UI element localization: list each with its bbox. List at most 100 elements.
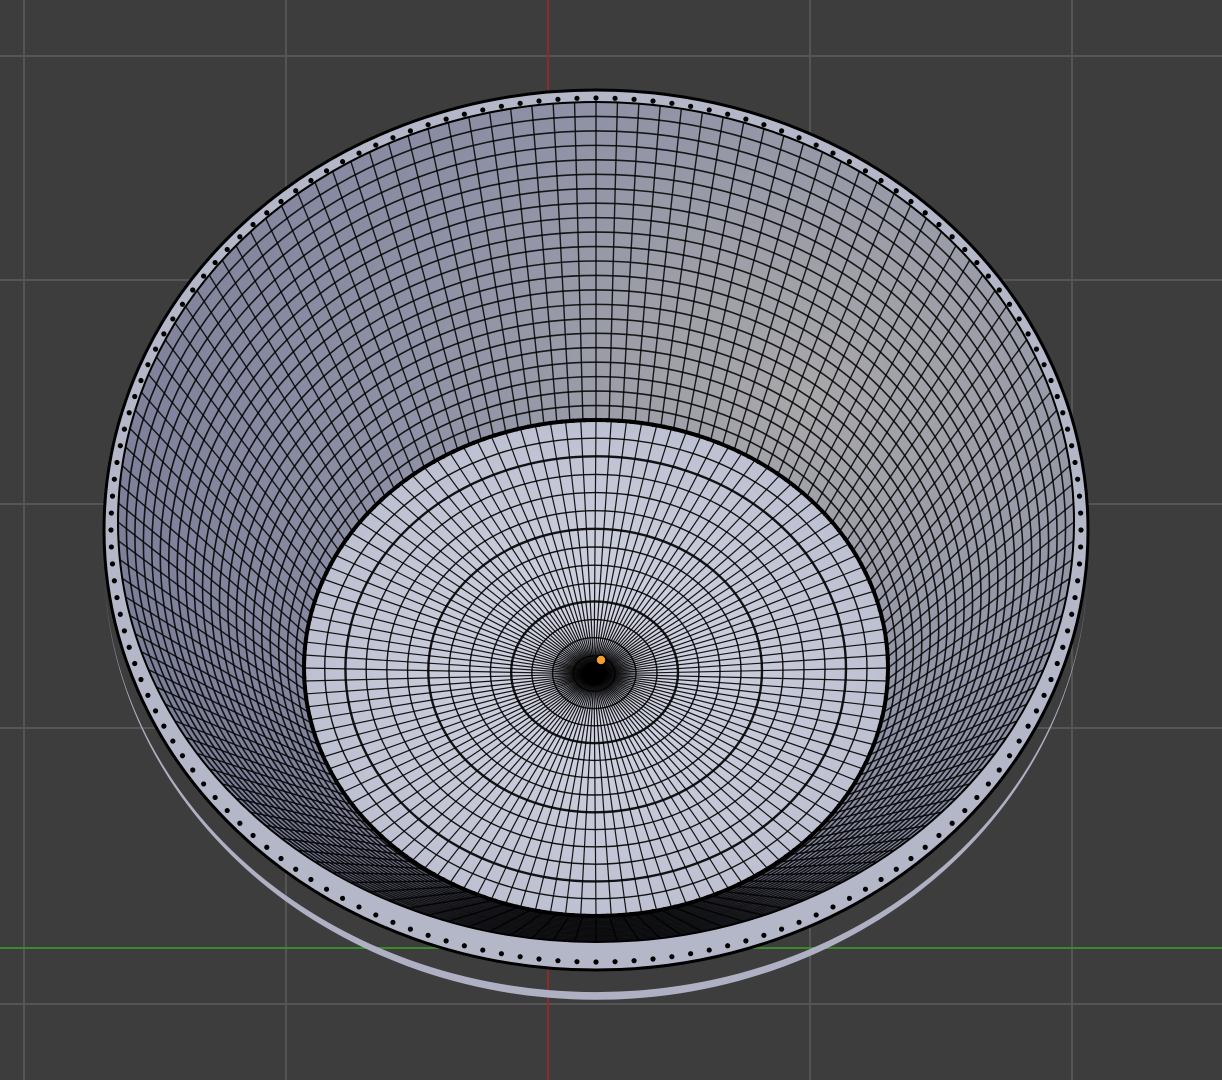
rim-vertex: [669, 954, 675, 960]
rim-vertex: [138, 377, 144, 384]
mesh-center-vertex-cluster: [582, 662, 606, 686]
rim-vertex: [725, 943, 731, 949]
rim-vertex: [339, 895, 346, 901]
rim-vertex: [108, 544, 114, 550]
bottom-edge-vertex: [792, 847, 797, 853]
bottom-edge-vertex: [312, 598, 318, 603]
rim-vertex: [743, 938, 749, 944]
rim-vertex: [323, 886, 330, 892]
bottom-edge-vertex: [333, 553, 339, 558]
rim-vertex: [1064, 426, 1071, 432]
bottom-edge-vertex: [404, 854, 409, 859]
bottom-edge-vertex: [413, 471, 418, 476]
bottom-edge-vertex: [783, 477, 788, 482]
rim-vertex: [114, 594, 120, 601]
rim-vertex: [121, 426, 128, 432]
rim-vertex: [908, 855, 914, 862]
rim-vertex: [517, 100, 523, 106]
bottom-edge-vertex: [309, 607, 315, 613]
rim-vertex: [813, 912, 819, 918]
rim-vertex: [443, 116, 449, 122]
bottom-edge-vertex: [364, 512, 369, 517]
bottom-edge-vertex: [451, 449, 456, 454]
rim-vertex: [1078, 544, 1084, 550]
rim-vertex: [1075, 578, 1081, 584]
bottom-edge-vertex: [305, 627, 310, 632]
rim-vertex: [1072, 459, 1078, 466]
rim-vertex: [1006, 301, 1013, 307]
bottom-edge-vertex: [422, 866, 427, 871]
rim-vertex: [145, 692, 151, 698]
rim-vertex: [650, 956, 656, 962]
bottom-edge-vertex: [673, 904, 678, 909]
bottom-edge-vertex: [461, 886, 466, 892]
bottom-edge-vertex: [548, 910, 553, 916]
object-origin-icon[interactable]: [595, 654, 607, 666]
bottom-edge-vertex: [582, 913, 587, 919]
bottom-edge-vertex: [570, 418, 576, 423]
3d-viewport[interactable]: [0, 0, 1222, 1080]
bottom-edge-vertex: [319, 579, 325, 585]
bottom-edge-vertex: [716, 891, 721, 896]
rim-vertex: [250, 221, 256, 228]
bottom-edge-vertex: [867, 579, 873, 585]
bottom-edge-vertex: [525, 424, 531, 430]
bottom-edge-vertex: [605, 913, 610, 919]
bottom-edge-vertex: [716, 440, 721, 445]
bottom-edge-vertex: [371, 826, 377, 832]
bottom-edge-vertex: [441, 454, 446, 459]
rim-vertex: [893, 188, 899, 194]
bottom-edge-vertex: [593, 417, 599, 423]
rim-vertex: [1069, 443, 1075, 449]
rim-vertex: [1060, 410, 1066, 416]
rim-vertex: [985, 273, 991, 279]
bottom-edge-vertex: [800, 490, 805, 495]
bottom-edge-vertex: [848, 786, 853, 792]
bottom-edge-vertex: [559, 912, 564, 917]
bottom-edge-vertex: [364, 819, 369, 824]
bottom-edge-vertex: [756, 872, 761, 877]
bottom-edge-vertex: [705, 894, 710, 900]
bottom-edge-vertex: [351, 528, 356, 533]
rim-vertex: [1025, 331, 1031, 337]
rim-vertex: [893, 866, 899, 872]
rim-vertex: [878, 177, 884, 184]
rim-vertex: [555, 96, 561, 102]
rim-vertex: [974, 259, 980, 266]
bottom-edge-vertex: [471, 891, 476, 896]
bottom-edge-vertex: [874, 598, 880, 603]
rim-vertex: [761, 122, 767, 128]
bottom-edge-vertex: [830, 811, 835, 816]
bottom-edge-vertex: [694, 433, 700, 438]
rim-vertex: [138, 676, 144, 683]
bottom-edge-vertex: [871, 742, 876, 747]
bottom-edge-vertex: [858, 561, 864, 567]
rim-vertex: [631, 96, 637, 102]
bottom-edge-vertex: [536, 422, 542, 427]
rim-vertex: [922, 210, 928, 216]
rim-vertex: [111, 476, 117, 482]
rim-vertex: [688, 103, 694, 109]
bottom-edge-vertex: [736, 882, 741, 887]
rim-vertex: [224, 807, 230, 814]
rim-vertex: [612, 95, 618, 101]
bottom-edge-vertex: [357, 811, 362, 816]
rim-vertex: [190, 767, 196, 773]
rim-vertex: [878, 876, 884, 883]
rim-vertex: [293, 866, 299, 872]
bottom-edge-vertex: [305, 704, 310, 709]
bowl-mesh[interactable]: [102, 88, 1090, 1000]
bottom-edge-vertex: [661, 906, 667, 912]
rim-vertex: [974, 794, 980, 801]
bottom-edge-vertex: [492, 433, 498, 438]
rim-vertex: [161, 723, 167, 729]
bottom-edge-vertex: [883, 636, 889, 642]
rim-vertex: [650, 98, 656, 104]
rim-vertex: [212, 259, 218, 266]
bottom-edge-vertex: [582, 417, 587, 423]
rim-vertex: [574, 959, 580, 965]
bottom-edge-vertex: [726, 886, 731, 892]
bottom-edge-vertex: [885, 675, 890, 680]
rim-vertex: [339, 159, 346, 165]
rim-vertex: [308, 876, 314, 883]
